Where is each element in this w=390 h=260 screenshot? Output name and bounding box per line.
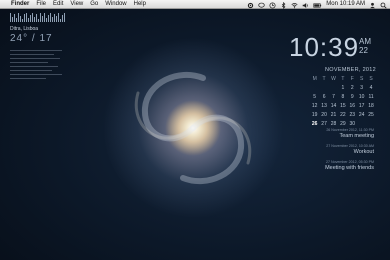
calendar-day: 20 [321,112,327,118]
calendar-day [319,85,328,91]
calendar-day [329,85,338,91]
calendar-day: 2 [350,85,354,91]
calendar-day: 27 [321,121,327,127]
calendar-day: 25 [368,112,374,118]
calendar-day: 19 [311,112,318,118]
menu-edit[interactable]: Edit [53,0,63,9]
calendar-day: 9 [350,94,354,100]
calendar-day [310,85,319,91]
event-time: 27 November 2012, 05:30 PM [326,160,374,164]
calendar-day: 29 [340,121,346,127]
event-title: Meeting with friends [325,165,374,171]
galaxy-wallpaper-image [134,71,252,185]
menu-window[interactable]: Window [105,0,126,9]
calendar-day: 1 [341,85,345,91]
clock-side: AM 22 [359,37,371,55]
calendar-weekday-header: M T W T F S S [310,76,376,82]
calendar-month: NOVEMBER, 2012 [325,67,376,73]
calendar-day: 5 [313,94,317,100]
clock-time: 10:39 [289,32,360,62]
menu-view[interactable]: View [70,0,83,9]
volume-icon[interactable] [302,2,309,9]
user-icon[interactable] [369,2,376,9]
weather-forecast-lines [10,50,70,79]
event-time: 27 November 2012, 10:30 AM [326,144,374,148]
calendar-day: 17 [358,103,365,109]
calendar-day: 4 [369,85,373,91]
calendar-day: 18 [368,103,374,109]
bluetooth-icon[interactable] [280,1,287,9]
menu-bar: Finder File Edit View Go Window Help Mon… [0,0,390,9]
clock-widget: 10:39 AM 22 [289,32,371,63]
event-item: 27 November 2012, 05:30 PM Meeting with … [310,160,374,171]
weekday-label: T [322,76,326,82]
event-title: Team meeting [339,133,374,139]
calendar-day: 10 [358,94,365,100]
gear-icon[interactable] [247,2,254,9]
calendar-day: 14 [330,103,337,109]
calendar-day: 26 [311,121,318,127]
wifi-icon[interactable] [291,2,298,9]
menu-bar-status: Mon 10:19 AM [247,0,387,9]
battery-icon[interactable] [313,2,322,9]
clock-seconds: 22 [359,46,368,55]
chat-icon[interactable] [258,2,265,9]
weekday-label: W [331,76,336,82]
menu-app-name[interactable]: Finder [11,0,29,9]
calendar-day: 3 [360,85,364,91]
calendar-day: 16 [349,103,356,109]
calendar-day: 8 [341,94,345,100]
weekday-label: S [369,76,373,82]
calendar-day: 7 [332,94,335,100]
weekday-label: T [341,76,345,82]
event-item: 27 November 2012, 10:30 AM Workout [310,144,374,155]
calendar-day [357,121,366,127]
calendar-day: 24 [358,112,365,118]
menu-go[interactable]: Go [90,0,98,9]
spotlight-search-icon[interactable] [380,2,387,9]
event-title: Workout [353,149,374,155]
calendar-day: 12 [311,103,318,109]
calendar-day: 23 [349,112,356,118]
weather-city: Ditra, Lisboa [10,26,39,32]
calendar-days-grid: 1 2 3 4 5 6 7 8 9 10 11 12 13 14 15 16 17 18 19 20 21 22 23 24 2… [310,85,376,127]
weather-temperature: 24° / 17 [10,33,53,44]
weekday-label: F [350,76,354,82]
time-machine-icon[interactable] [269,1,276,9]
calendar-day: 6 [322,94,326,100]
calendar-day: 21 [330,112,337,118]
calendar-day: 11 [368,94,374,100]
menu-help[interactable]: Help [134,0,146,9]
menu-bar-left: Finder File Edit View Go Window Help [4,0,146,9]
calendar-day: 15 [340,103,346,109]
calendar-day: 13 [321,103,327,109]
calendar-day: 22 [340,112,346,118]
weather-bars-icon [10,13,70,22]
weekday-label: S [359,76,364,82]
menu-bar-clock[interactable]: Mon 10:19 AM [326,0,365,9]
calendar-day [366,121,375,127]
calendar-day: 28 [330,121,337,127]
weather-widget: Ditra, Lisboa 24° / 17 [10,13,70,82]
menu-file[interactable]: File [36,0,46,9]
event-item: 26 November 2012, 11:30 PM Team meeting [310,128,374,139]
clock-ampm: AM [359,37,371,46]
calendar-day: 30 [349,121,356,127]
weekday-label: M [312,76,317,82]
calendar-events-list: 26 November 2012, 11:30 PM Team meeting … [310,128,374,176]
event-time: 26 November 2012, 11:30 PM [326,128,374,132]
calendar-widget: NOVEMBER, 2012 M T W T F S S 1 2 3 4 5 6 7 8 9 10… [310,67,376,127]
